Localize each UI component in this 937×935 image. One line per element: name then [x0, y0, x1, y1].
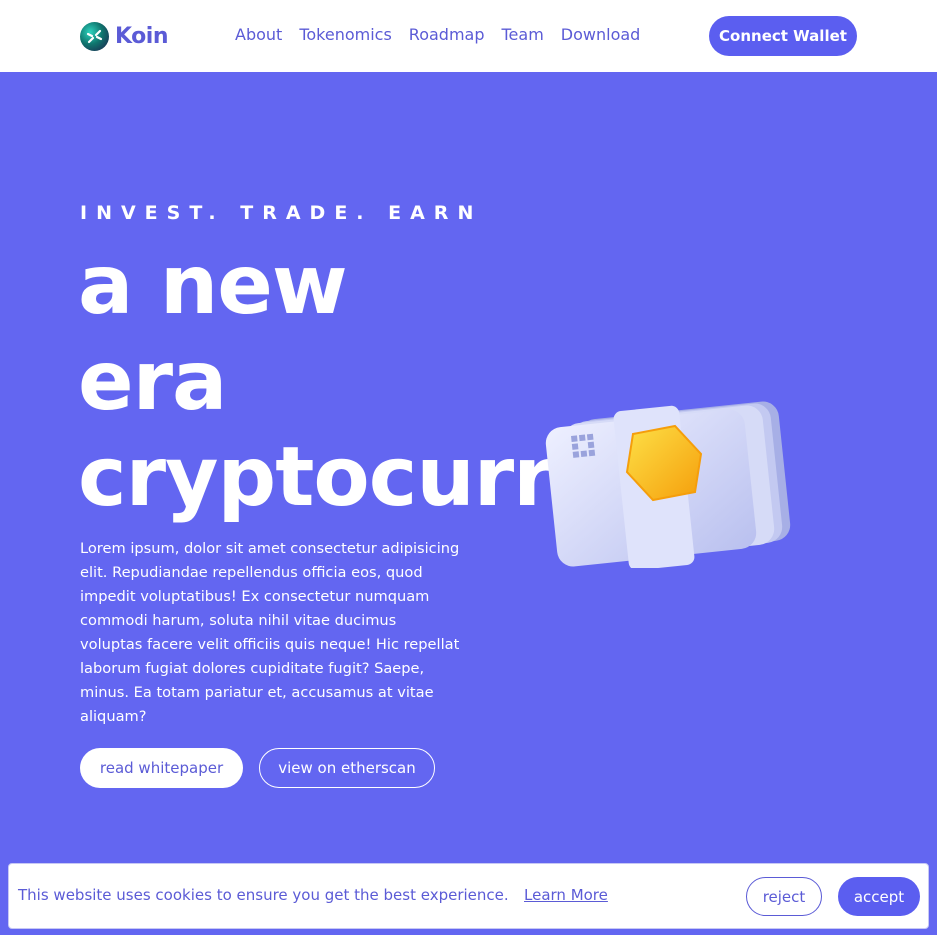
cookie-message: This website uses cookies to ensure you …: [18, 886, 509, 904]
reject-cookies-button[interactable]: reject: [746, 877, 822, 916]
nav-link-about[interactable]: About: [235, 24, 282, 46]
accept-cookies-button[interactable]: accept: [838, 877, 920, 916]
read-whitepaper-button[interactable]: read whitepaper: [80, 748, 243, 788]
koin-logo-icon: [80, 21, 109, 51]
nav-links: About Tokenomics Roadmap Team Download: [235, 24, 640, 46]
nav-link-team[interactable]: Team: [502, 24, 544, 46]
logo[interactable]: Koin: [80, 21, 168, 51]
cookie-banner: This website uses cookies to ensure you …: [8, 863, 929, 929]
view-on-etherscan-button[interactable]: view on etherscan: [259, 748, 435, 788]
nav-link-tokenomics[interactable]: Tokenomics: [299, 24, 391, 46]
headline-line-2: era: [78, 334, 227, 429]
learn-more-link[interactable]: Learn More: [524, 886, 608, 904]
navbar: Koin About Tokenomics Roadmap Team Downl…: [0, 0, 937, 72]
hero-description: Lorem ipsum, dolor sit amet consectetur …: [80, 540, 460, 725]
headline-line-3: cryptocurrency: [78, 430, 560, 525]
nav-link-roadmap[interactable]: Roadmap: [409, 24, 485, 46]
wallet-illustration: [545, 401, 791, 568]
headline-clip: a new era cryptocurrency: [0, 0, 560, 935]
connect-wallet-button[interactable]: Connect Wallet: [709, 16, 857, 56]
hero-tagline: INVEST. TRADE. EARN: [80, 202, 483, 224]
hero-headline: a new era cryptocurrency: [78, 238, 560, 526]
headline-line-1: a new: [78, 238, 348, 333]
nav-link-download[interactable]: Download: [561, 24, 641, 46]
logo-text: Koin: [115, 23, 168, 49]
